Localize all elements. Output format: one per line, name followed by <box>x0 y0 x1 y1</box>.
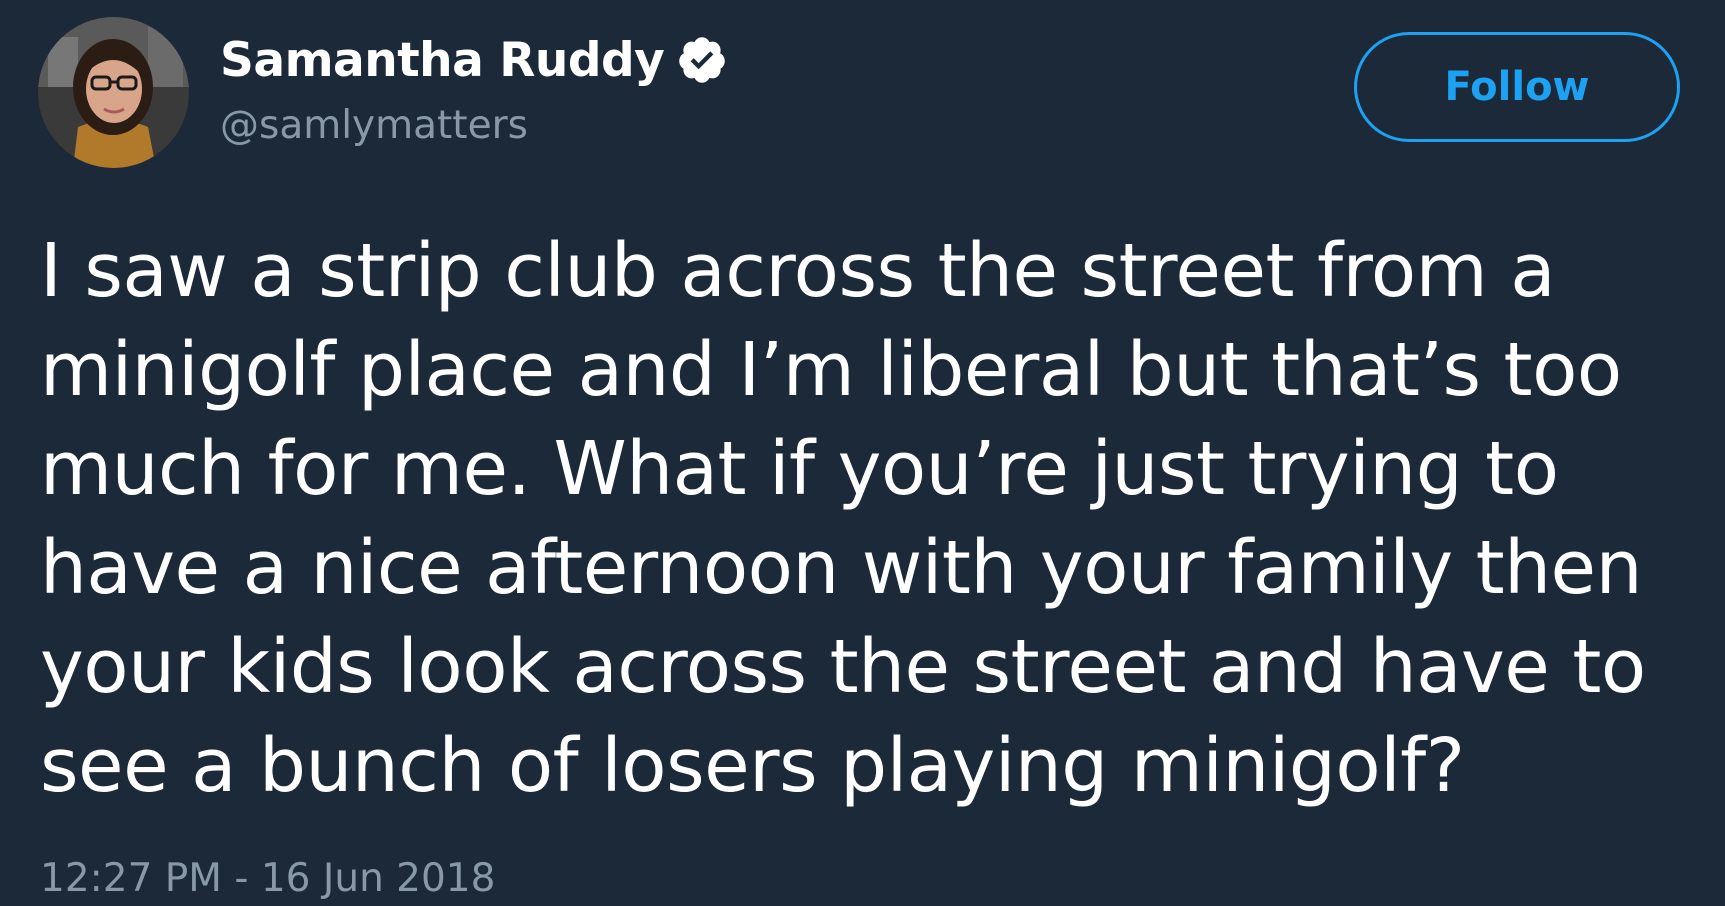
author-avatar[interactable] <box>38 17 189 168</box>
author-name-row: Samantha Ruddy <box>220 30 728 90</box>
author-display-name[interactable]: Samantha Ruddy <box>220 33 665 88</box>
tweet-text-line: have a nice afternoon with your family t… <box>40 525 1642 611</box>
author-handle[interactable]: @samlymatters <box>220 103 528 148</box>
tweet-text-line: your kids look across the street and hav… <box>40 624 1646 710</box>
follow-button[interactable]: Follow <box>1354 32 1680 142</box>
tweet-text-line: I saw a strip club across the street fro… <box>40 228 1556 314</box>
verified-badge-icon <box>676 34 728 86</box>
tweet-card: Samantha Ruddy @samlymatters Follow I sa… <box>0 0 1725 906</box>
tweet-text-line: see a bunch of losers playing minigolf? <box>40 723 1465 809</box>
tweet-text: I saw a strip club across the street fro… <box>40 222 1700 816</box>
avatar-photo-icon <box>38 17 189 168</box>
tweet-timestamp[interactable]: 12:27 PM - 16 Jun 2018 <box>40 856 495 901</box>
tweet-text-line: much for me. What if you’re just trying … <box>40 426 1559 512</box>
tweet-text-line: minigolf place and I’m liberal but that’… <box>40 327 1622 413</box>
